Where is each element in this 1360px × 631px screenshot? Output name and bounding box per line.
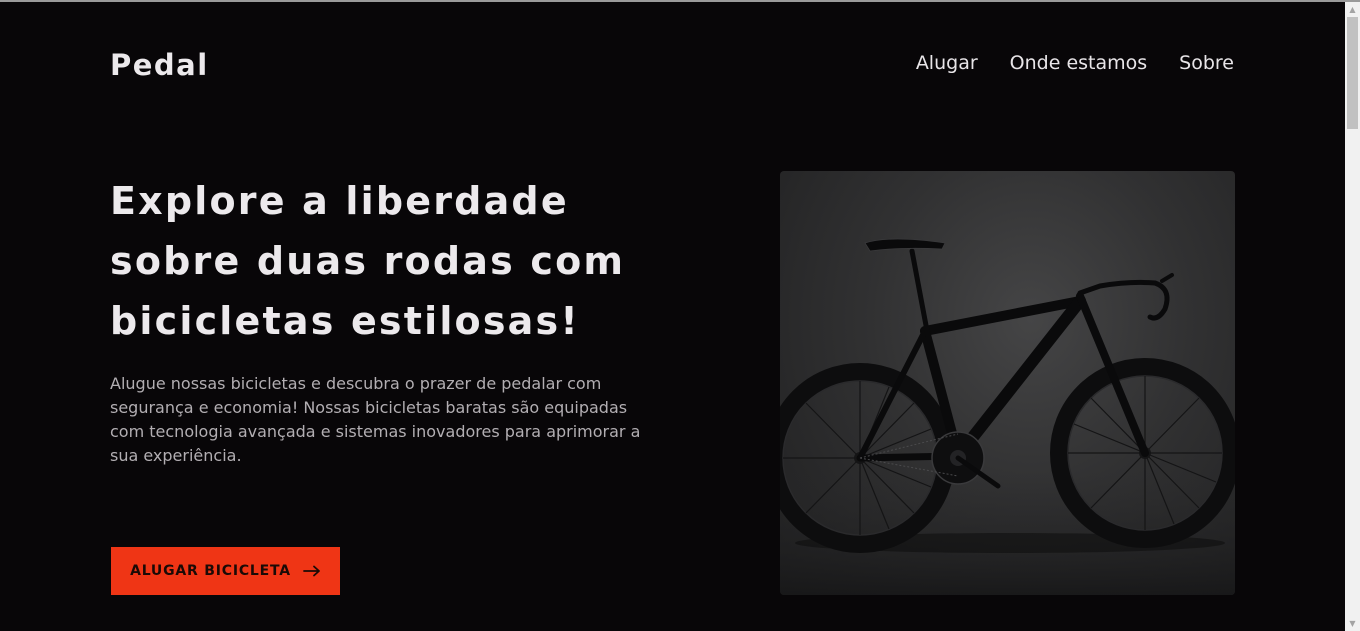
saddle xyxy=(864,238,946,252)
bicycle-illustration xyxy=(780,238,1235,595)
main-nav: Alugar Onde estamos Sobre xyxy=(916,52,1234,74)
nav-link-onde-estamos[interactable]: Onde estamos xyxy=(1010,52,1148,74)
bike-frame xyxy=(856,248,1174,462)
brand-logo[interactable]: Pedal xyxy=(110,48,209,82)
rent-bike-button-label: ALUGAR BICICLETA xyxy=(130,563,291,579)
nav-link-alugar[interactable]: Alugar xyxy=(916,52,978,74)
landing-page: Pedal Alugar Onde estamos Sobre Explore … xyxy=(0,2,1345,631)
hero-bike-image xyxy=(780,171,1235,595)
arrow-right-icon xyxy=(303,565,320,577)
hero-title: Explore a liberdade sobre duas rodas com… xyxy=(110,179,626,343)
scroll-down-arrow-icon[interactable]: ▼ xyxy=(1345,616,1360,631)
nav-link-sobre[interactable]: Sobre xyxy=(1179,52,1234,74)
scrollbar-thumb[interactable] xyxy=(1347,17,1358,129)
hero-description: Alugue nossas bicicletas e descubra o pr… xyxy=(110,374,641,465)
page-scrollbar[interactable]: ▲ ▼ xyxy=(1345,2,1360,631)
rent-bike-button[interactable]: ALUGAR BICICLETA xyxy=(111,547,340,595)
scroll-up-arrow-icon[interactable]: ▲ xyxy=(1345,2,1360,17)
